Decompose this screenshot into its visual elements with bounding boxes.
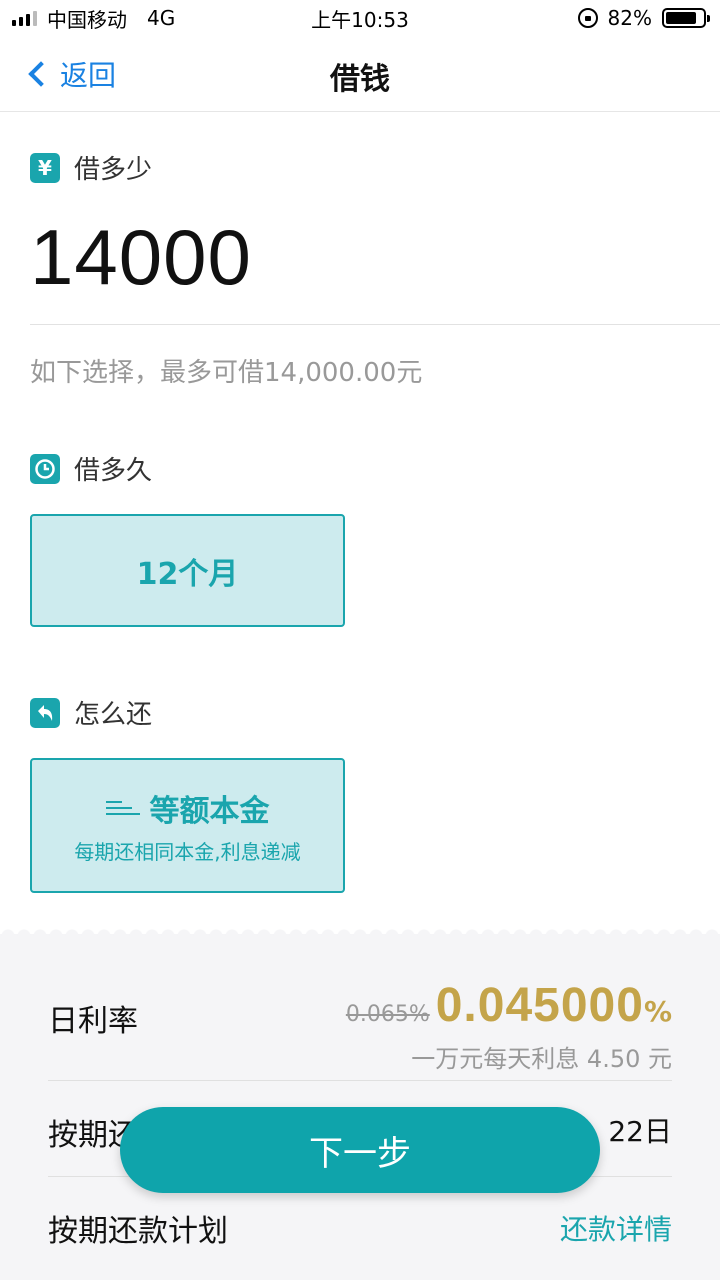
yen-icon: ¥ xyxy=(30,152,60,183)
term-option[interactable]: 12个月 xyxy=(30,514,345,627)
repayment-details-link[interactable]: 还款详情 xyxy=(560,1208,672,1248)
daily-rate-value: 0.065% 0.045000% 一万元每天利息 4.50 元 xyxy=(346,978,672,1074)
repay-option-title-row: 等额本金 xyxy=(105,786,270,830)
repay-section-header: 怎么还 xyxy=(30,694,152,731)
return-icon xyxy=(30,697,60,728)
plan-label: 按期还款计划 xyxy=(48,1214,228,1249)
schedule-value: 22日 xyxy=(608,1115,672,1148)
amount-input[interactable]: 14000 xyxy=(30,212,252,303)
repay-option-title: 等额本金 xyxy=(149,794,270,829)
plan-row: 按期还款计划 还款详情 xyxy=(48,1206,672,1256)
repay-option-subtitle: 每期还相同本金,利息递减 xyxy=(74,840,301,864)
next-step-button[interactable]: 下一步 xyxy=(120,1107,600,1193)
battery-icon xyxy=(662,8,710,28)
daily-rate-label: 日利率 xyxy=(48,1004,138,1039)
amount-underline xyxy=(30,324,720,325)
rate-description: 一万元每天利息 4.50 元 xyxy=(411,1045,672,1073)
amount-section-label: 借多少 xyxy=(74,155,153,185)
daily-rate-row: 日利率 0.065% 0.045000% 一万元每天利息 4.50 元 xyxy=(48,979,672,1078)
repay-option[interactable]: 等额本金 每期还相同本金,利息递减 xyxy=(30,758,345,893)
equal-principal-icon xyxy=(105,801,140,815)
new-rate: 0.045000 xyxy=(435,979,644,1032)
repay-section-label: 怎么还 xyxy=(74,700,153,730)
status-bar: 中国移动 4G 上午10:53 82% xyxy=(0,0,720,36)
term-section-header: 借多久 xyxy=(30,450,152,487)
rotation-lock-icon xyxy=(577,8,598,28)
status-time: 上午10:53 xyxy=(311,7,409,32)
divider xyxy=(48,1080,672,1081)
term-section-label: 借多久 xyxy=(74,456,153,486)
amount-hint: 如下选择，最多可借14,000.00元 xyxy=(30,358,423,388)
rate-percent-sign: % xyxy=(643,995,672,1028)
page-title: 借钱 xyxy=(330,62,390,97)
panel-zigzag-edge xyxy=(0,926,720,936)
amount-section-header: ¥ 借多少 xyxy=(30,149,152,186)
term-option-label: 12个月 xyxy=(136,556,239,592)
old-rate: 0.065% xyxy=(345,1002,430,1027)
clock-icon xyxy=(30,453,60,484)
nav-bar: 返回 借钱 xyxy=(0,36,720,112)
